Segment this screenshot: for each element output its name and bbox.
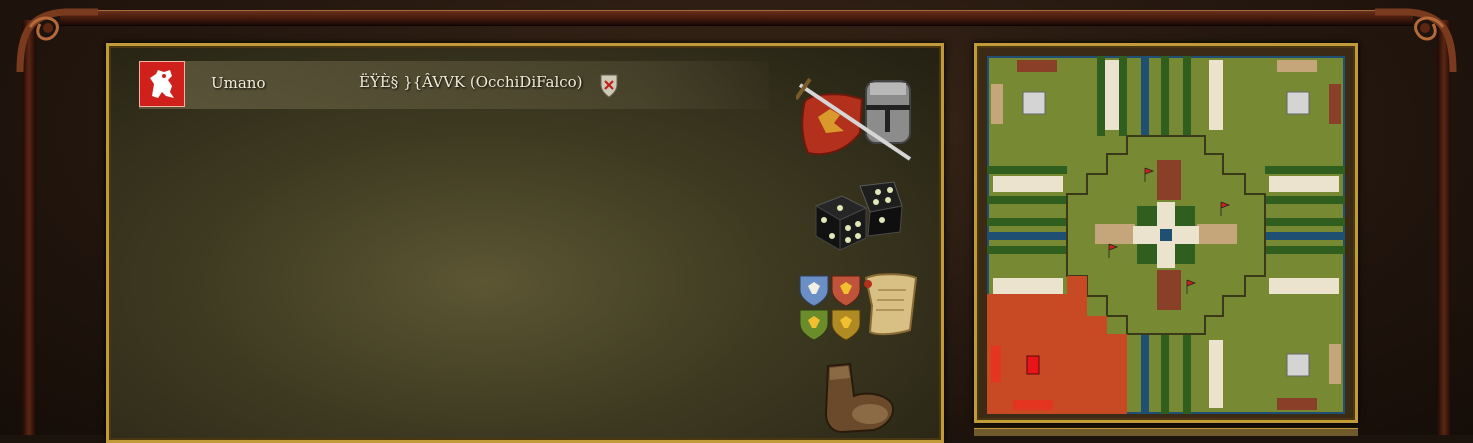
lion-crest-icon[interactable] [139,61,185,107]
celtic-corner-ornament-icon [16,8,98,73]
board-map-panel [974,43,1358,423]
right-wooden-rail [1437,20,1451,435]
player-type-label: Umano [211,74,266,92]
dice-icon[interactable] [812,180,904,252]
left-wooden-rail [22,20,36,435]
heraldic-shields-scroll-icon[interactable] [798,272,922,342]
celtic-corner-ornament-icon [1375,8,1457,73]
remove-player-shield-icon[interactable] [599,73,619,99]
game-board-map[interactable] [987,56,1345,414]
top-wooden-rail [60,10,1413,26]
player-name-label: ËŸÈ§ }{ÂVVK (OcchiDiFalco) [359,73,583,91]
boot-icon[interactable] [818,362,898,435]
player-row[interactable]: Umano ËŸÈ§ }{ÂVVK (OcchiDiFalco) [139,61,769,109]
sword-helmet-shield-icon[interactable] [796,75,918,165]
